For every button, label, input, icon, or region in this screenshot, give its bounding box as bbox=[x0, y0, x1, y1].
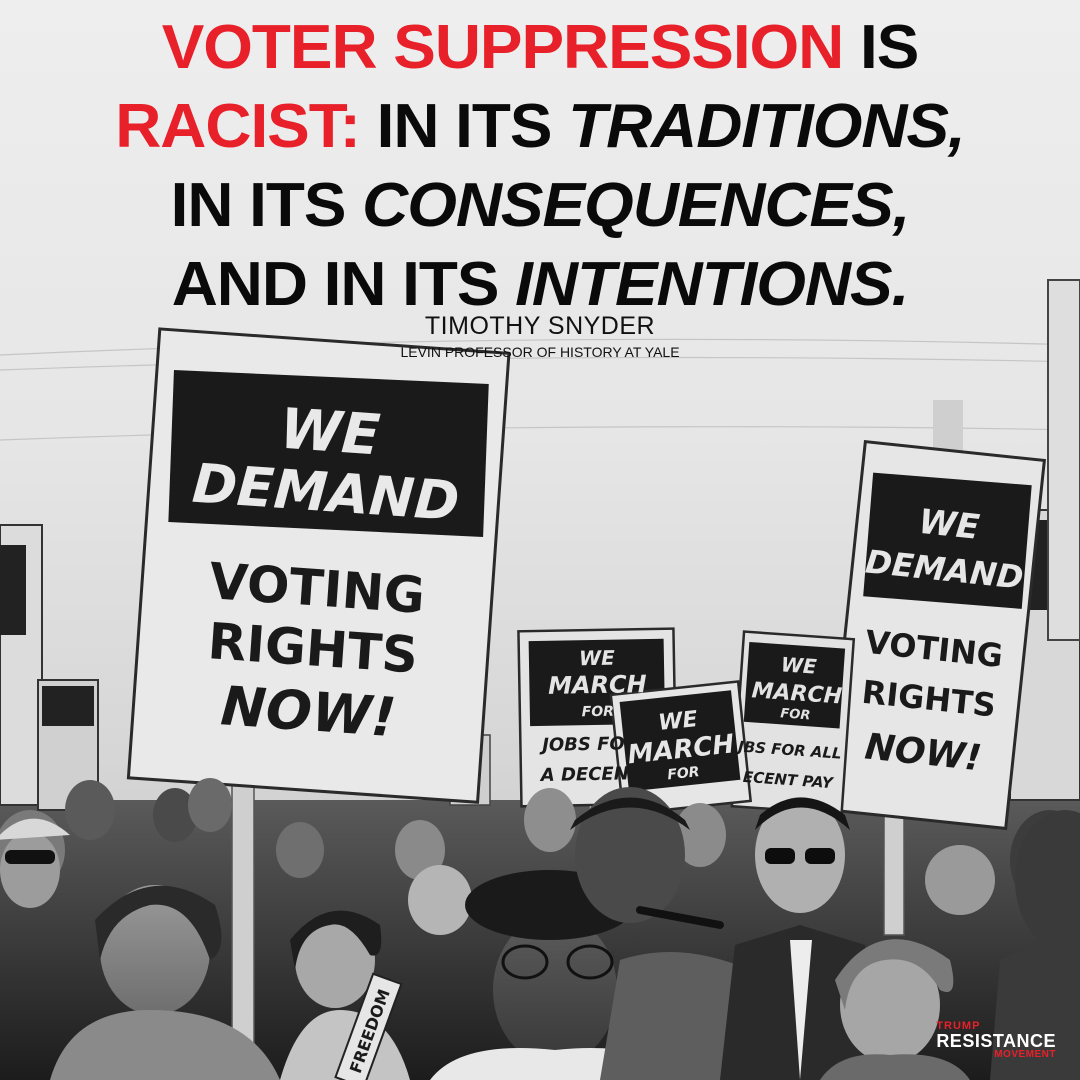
headline-line-1: VOTER SUPPRESSION IS bbox=[0, 8, 1080, 87]
headline-italic-intentions: INTENTIONS. bbox=[515, 250, 909, 319]
sign-march1-body2: A DECENT bbox=[539, 763, 643, 786]
headline-red-phrase-2: RACIST: bbox=[115, 92, 361, 161]
logo-line-3: MOVEMENT bbox=[994, 1049, 1056, 1060]
sign-march2-line3: FOR bbox=[667, 764, 701, 783]
poster: WE DEMAND VOTING RIGHTS NOW! WE DEMAND V… bbox=[0, 0, 1080, 1080]
sign-march1-line3: FOR bbox=[582, 704, 615, 721]
headline-italic-traditions: TRADITIONS, bbox=[568, 92, 966, 161]
sign-march1-line2: MARCH bbox=[548, 670, 647, 700]
headline-red-phrase-1: VOTER SUPPRESSION bbox=[161, 13, 845, 82]
trump-resistance-movement-logo: TRUMP RESISTANCE MOVEMENT bbox=[936, 1021, 1056, 1060]
sign-march3-line1: WE bbox=[780, 652, 818, 678]
attribution-name: TIMOTHY SNYDER bbox=[424, 312, 656, 340]
sign-right-banner-line1: WE bbox=[917, 502, 982, 548]
headline-line-3: IN ITS CONSEQUENCES, bbox=[0, 166, 1080, 245]
headline-line-2: RACIST: IN ITS TRADITIONS, bbox=[0, 87, 1080, 166]
sign-march1-line1: WE bbox=[579, 646, 615, 671]
headline-quote: VOTER SUPPRESSION IS RACIST: IN ITS TRAD… bbox=[0, 8, 1080, 324]
sign-left-body-line3: NOW! bbox=[219, 674, 398, 749]
headline-text-4: AND IN ITS bbox=[171, 250, 500, 319]
logo-line-2: RESISTANCE bbox=[936, 1031, 1056, 1051]
headline-italic-consequences: CONSEQUENCES, bbox=[362, 171, 910, 240]
sign-march1-body1: JOBS FOR bbox=[539, 733, 639, 756]
headline-text-3: IN ITS bbox=[170, 171, 347, 240]
sign-march2-line1: WE bbox=[657, 707, 699, 736]
headline-text-2: IN ITS bbox=[376, 92, 553, 161]
headline-text-1: IS bbox=[859, 13, 919, 82]
attribution-role: LEVIN PROFESSOR OF HISTORY AT YALE bbox=[400, 344, 680, 360]
sign-march3-line3: FOR bbox=[780, 706, 811, 723]
